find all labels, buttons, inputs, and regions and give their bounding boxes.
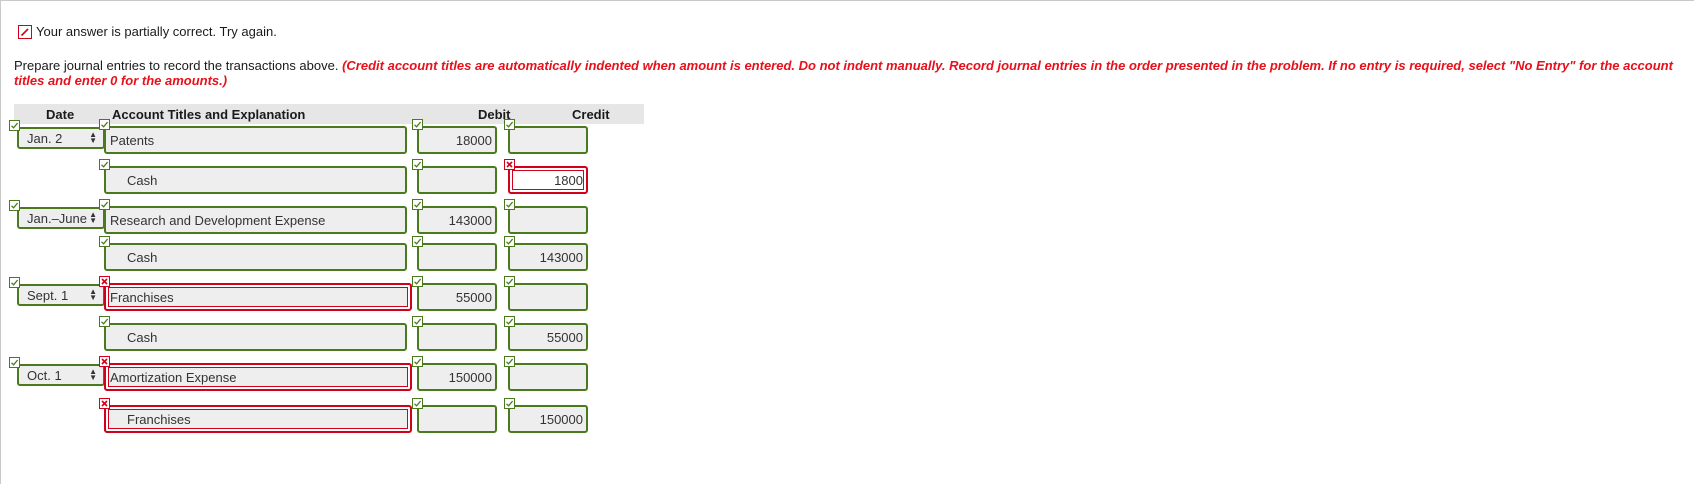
account-title-input[interactable]: Franchises: [104, 283, 412, 311]
debit-input[interactable]: 150000: [417, 363, 497, 391]
account-title-input[interactable]: Research and Development Expense: [104, 206, 407, 234]
check-icon: [9, 200, 20, 211]
credit-input[interactable]: [508, 283, 588, 311]
debit-value: 55000: [455, 289, 492, 305]
date-select[interactable]: Jan.–June ▲ ▼: [17, 207, 105, 229]
check-icon: [99, 199, 110, 210]
instructions: Prepare journal entries to record the tr…: [14, 58, 1686, 88]
select-arrows-icon: ▲ ▼: [89, 367, 97, 382]
check-icon: [99, 159, 110, 170]
feedback-status: Your answer is partially correct. Try ag…: [18, 24, 277, 39]
debit-input[interactable]: [417, 405, 497, 433]
account-title-value: Franchises: [110, 289, 174, 305]
journal-entry-table: Date Account Titles and Explanation Debi…: [9, 104, 644, 433]
date-select[interactable]: Sept. 1 ▲ ▼: [17, 284, 105, 306]
journal-row: Sept. 1 ▲ ▼ Franchises 55000: [9, 276, 644, 317]
date-select[interactable]: Jan. 2 ▲ ▼: [17, 127, 105, 149]
debit-input[interactable]: [417, 323, 497, 351]
check-icon: [504, 236, 515, 247]
check-icon: [504, 316, 515, 327]
account-title-input[interactable]: Cash: [104, 243, 407, 271]
check-icon: [412, 119, 423, 130]
credit-input[interactable]: 55000: [508, 323, 588, 351]
credit-input[interactable]: [508, 126, 588, 154]
debit-value: 143000: [448, 212, 492, 228]
check-icon: [504, 398, 515, 409]
account-title-input[interactable]: Cash: [104, 166, 407, 194]
check-icon: [504, 276, 515, 287]
credit-value: 1800: [554, 172, 583, 188]
journal-row: Cash 1800: [14, 159, 644, 200]
credit-input[interactable]: [508, 363, 588, 391]
check-icon: [412, 276, 423, 287]
credit-input[interactable]: 1800: [508, 166, 588, 194]
pencil-icon: [18, 24, 32, 39]
check-icon: [9, 277, 20, 288]
feedback-message: Your answer is partially correct. Try ag…: [36, 24, 277, 39]
check-icon: [412, 236, 423, 247]
credit-input[interactable]: 150000: [508, 405, 588, 433]
credit-value: 143000: [539, 249, 583, 265]
check-icon: [99, 316, 110, 327]
x-icon: [99, 356, 110, 367]
date-value: Sept. 1: [27, 287, 69, 303]
account-title-input[interactable]: Cash: [104, 323, 407, 351]
check-icon: [99, 236, 110, 247]
debit-input[interactable]: [417, 243, 497, 271]
date-value: Oct. 1: [27, 367, 62, 383]
check-icon: [412, 316, 423, 327]
debit-value: 150000: [448, 369, 492, 385]
select-arrows-icon: ▲ ▼: [89, 130, 97, 145]
check-icon: [99, 119, 110, 130]
instructions-lead: Prepare journal entries to record the tr…: [14, 58, 339, 73]
journal-row: Franchises 150000: [14, 398, 644, 439]
check-icon: [504, 356, 515, 367]
account-title-value: Cash: [127, 172, 158, 188]
select-arrows-icon: ▲ ▼: [89, 287, 97, 302]
account-title-value: Patents: [110, 132, 155, 148]
journal-row: Jan.–June ▲ ▼ Research and Development Expe…: [9, 199, 644, 240]
account-title-value: Research and Development Expense: [110, 212, 326, 228]
x-icon: [99, 276, 110, 287]
credit-input[interactable]: 143000: [508, 243, 588, 271]
account-title-input[interactable]: Franchises: [104, 405, 412, 433]
credit-value: 55000: [546, 329, 583, 345]
check-icon: [504, 119, 515, 130]
account-title-input[interactable]: Patents: [104, 126, 407, 154]
account-title-value: Franchises: [127, 411, 191, 427]
journal-row: Cash 143000: [14, 236, 644, 277]
journal-row: Oct. 1 ▲ ▼ Amortization Expense 150000: [9, 356, 644, 397]
account-title-value: Amortization Expense: [110, 369, 237, 385]
check-icon: [412, 199, 423, 210]
debit-input[interactable]: 143000: [417, 206, 497, 234]
debit-input[interactable]: [417, 166, 497, 194]
select-arrows-icon: ▲ ▼: [89, 210, 97, 225]
check-icon: [412, 398, 423, 409]
credit-value: 150000: [539, 411, 583, 427]
journal-row: Cash 55000: [14, 316, 644, 357]
debit-input[interactable]: 55000: [417, 283, 497, 311]
check-icon: [412, 356, 423, 367]
credit-input[interactable]: [508, 206, 588, 234]
debit-input[interactable]: 18000: [417, 126, 497, 154]
account-title-input[interactable]: Amortization Expense: [104, 363, 412, 391]
journal-row: Jan. 2 ▲ ▼ Patents 18000: [9, 119, 644, 160]
account-title-value: Cash: [127, 249, 158, 265]
check-icon: [9, 357, 20, 368]
date-value: Jan. 2: [27, 130, 63, 146]
check-icon: [412, 159, 423, 170]
account-title-value: Cash: [127, 329, 158, 345]
date-select[interactable]: Oct. 1 ▲ ▼: [17, 364, 105, 386]
debit-value: 18000: [455, 132, 492, 148]
check-icon: [504, 199, 515, 210]
x-icon: [99, 398, 110, 409]
check-icon: [9, 120, 20, 131]
x-icon: [504, 159, 515, 170]
date-value: Jan.–June: [27, 210, 87, 226]
